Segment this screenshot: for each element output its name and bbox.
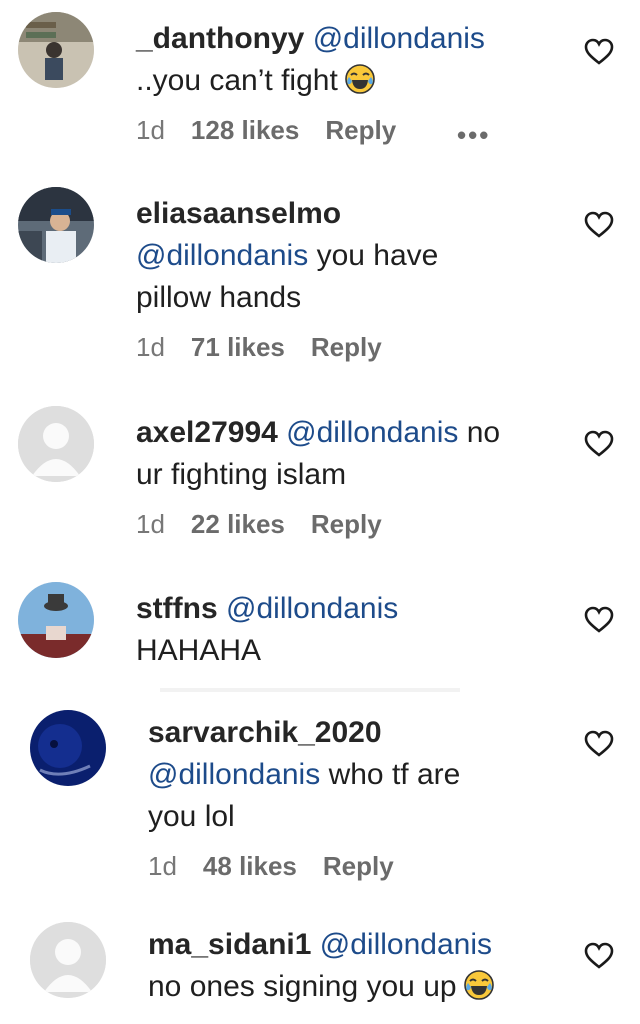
heart-outline-icon[interactable] xyxy=(584,38,614,66)
comment-text: who tf are xyxy=(328,758,461,791)
comment-mention[interactable]: @dillondanis xyxy=(320,928,492,961)
comment-mention[interactable]: @dillondanis xyxy=(136,239,308,272)
divider xyxy=(160,688,460,692)
comment-text: no ones signing you up xyxy=(148,970,457,1003)
comment-likes[interactable]: 48 likes xyxy=(203,851,297,881)
comment-text: you have xyxy=(316,239,439,272)
comment-text: no xyxy=(466,416,501,449)
default-avatar-icon[interactable] xyxy=(30,922,106,998)
reply-button[interactable]: Reply xyxy=(325,115,396,145)
heart-outline-icon[interactable] xyxy=(584,211,614,239)
comment-text: HAHAHA xyxy=(136,634,262,667)
comment-text-continued: you lol xyxy=(148,800,235,833)
comment-mention[interactable]: @dillondanis xyxy=(148,758,320,791)
default-avatar-icon[interactable] xyxy=(18,406,94,482)
face-with-tears-of-joy-icon xyxy=(463,970,494,1000)
comment-username[interactable]: axel27994 xyxy=(136,416,278,449)
reply-button[interactable]: Reply xyxy=(311,509,382,539)
comment-text-continued: pillow hands xyxy=(136,281,302,314)
heart-outline-icon[interactable] xyxy=(584,606,614,634)
avatar[interactable] xyxy=(18,582,94,658)
comment-time: 1d xyxy=(136,115,165,145)
comment-text-continued: ur fighting islam xyxy=(136,458,347,491)
reply-button[interactable]: Reply xyxy=(323,851,394,881)
comment-likes[interactable]: 71 likes xyxy=(191,332,285,362)
comment-username[interactable]: stffns xyxy=(136,592,218,625)
comment-time: 1d xyxy=(136,509,165,539)
comment-username[interactable]: sarvarchik_2020 xyxy=(148,716,382,749)
comment-mention[interactable]: @dillondanis xyxy=(226,592,398,625)
comment-mention[interactable]: @dillondanis xyxy=(286,416,458,449)
comment-mention[interactable]: @dillondanis xyxy=(313,22,485,55)
comment-username[interactable]: _danthonyy xyxy=(136,22,304,55)
heart-outline-icon[interactable] xyxy=(584,430,614,458)
reply-button[interactable]: Reply xyxy=(311,332,382,362)
comment-username[interactable]: eliasaanselmo xyxy=(136,197,341,230)
comment-time: 1d xyxy=(136,332,165,362)
heart-outline-icon[interactable] xyxy=(584,730,614,758)
more-dots-icon[interactable]: ••• xyxy=(457,120,490,151)
avatar[interactable] xyxy=(30,710,106,786)
comment-time: 1d xyxy=(148,851,177,881)
comment-text: ..you can’t fight xyxy=(136,64,338,97)
avatar[interactable] xyxy=(18,187,94,263)
comment-username[interactable]: ma_sidani1 xyxy=(148,928,311,961)
avatar[interactable] xyxy=(18,12,94,88)
comment-likes[interactable]: 128 likes xyxy=(191,115,299,145)
heart-outline-icon[interactable] xyxy=(584,942,614,970)
face-with-tears-of-joy-icon xyxy=(344,64,375,94)
comment-likes[interactable]: 22 likes xyxy=(191,509,285,539)
